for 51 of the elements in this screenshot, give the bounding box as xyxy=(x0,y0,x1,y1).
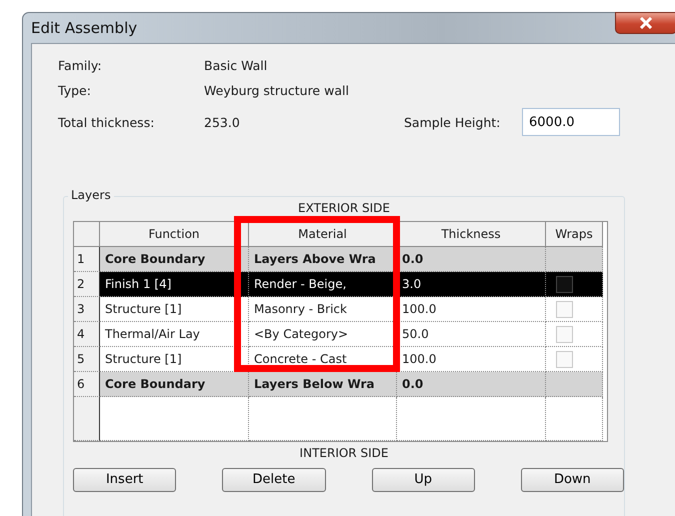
table-cell[interactable] xyxy=(100,397,249,441)
column-header[interactable]: Function xyxy=(100,222,249,247)
window-title: Edit Assembly xyxy=(31,19,138,37)
layer-button[interactable]: Insert xyxy=(73,468,176,492)
column-header[interactable]: Wraps xyxy=(546,222,603,247)
table-cell[interactable]: <By Category> xyxy=(249,322,397,347)
column-header[interactable]: Thickness xyxy=(397,222,546,247)
field-value: Basic Wall xyxy=(204,58,268,73)
field-label: Total thickness: xyxy=(58,114,156,130)
layer-button[interactable]: Up xyxy=(372,468,475,492)
table-cell[interactable]: 3.0 xyxy=(397,272,546,297)
table-cell[interactable] xyxy=(546,322,603,347)
table-cell[interactable] xyxy=(249,397,397,441)
row-number[interactable]: 5 xyxy=(74,347,100,372)
table-cell[interactable] xyxy=(546,297,603,322)
table-cell[interactable] xyxy=(546,272,603,297)
table-cell[interactable]: 0.0 xyxy=(397,247,546,272)
close-button[interactable] xyxy=(615,12,675,34)
table-cell[interactable]: Finish 1 [4] xyxy=(100,272,249,297)
field-value: Weyburg structure wall xyxy=(204,83,350,98)
table-cell[interactable] xyxy=(397,397,546,441)
layer-button[interactable]: Delete xyxy=(222,468,326,492)
wraps-checkbox[interactable] xyxy=(556,276,573,292)
row-number[interactable]: 4 xyxy=(74,322,100,347)
row-number[interactable]: 1 xyxy=(74,247,100,272)
table-cell[interactable]: 100.0 xyxy=(397,297,546,322)
table-cell[interactable] xyxy=(546,372,603,397)
table-cell[interactable] xyxy=(546,397,603,441)
layer-button[interactable]: Down xyxy=(520,468,624,492)
table-cell[interactable]: Core Boundary xyxy=(100,247,249,272)
field-label: Family: xyxy=(58,58,103,73)
table-cell[interactable]: Thermal/Air Lay xyxy=(100,322,249,347)
row-number[interactable]: 2 xyxy=(74,272,100,297)
field-label: Type: xyxy=(58,83,92,98)
table-cell[interactable]: 0.0 xyxy=(397,372,546,397)
table-cell[interactable]: Masonry - Brick xyxy=(249,297,397,322)
row-number[interactable]: 3 xyxy=(74,297,100,322)
sample-height-field[interactable]: 6000.0 xyxy=(522,108,620,136)
interior-side-caption: INTERIOR SIDE xyxy=(298,446,390,462)
sample-height-label: Sample Height: xyxy=(404,114,502,130)
table-cell[interactable]: Structure [1] xyxy=(100,297,249,322)
close-icon xyxy=(639,17,653,29)
field-value: 253.0 xyxy=(204,114,241,130)
table-cell[interactable]: Layers Below Wra xyxy=(249,372,397,397)
table-cell[interactable]: Core Boundary xyxy=(100,372,249,397)
row-number[interactable] xyxy=(74,397,100,441)
row-number[interactable]: 6 xyxy=(74,372,100,397)
table-cell[interactable] xyxy=(546,247,603,272)
group-title: Layers xyxy=(68,188,114,202)
table-cell[interactable]: 50.0 xyxy=(397,322,546,347)
exterior-side-caption: EXTERIOR SIDE xyxy=(297,201,391,217)
